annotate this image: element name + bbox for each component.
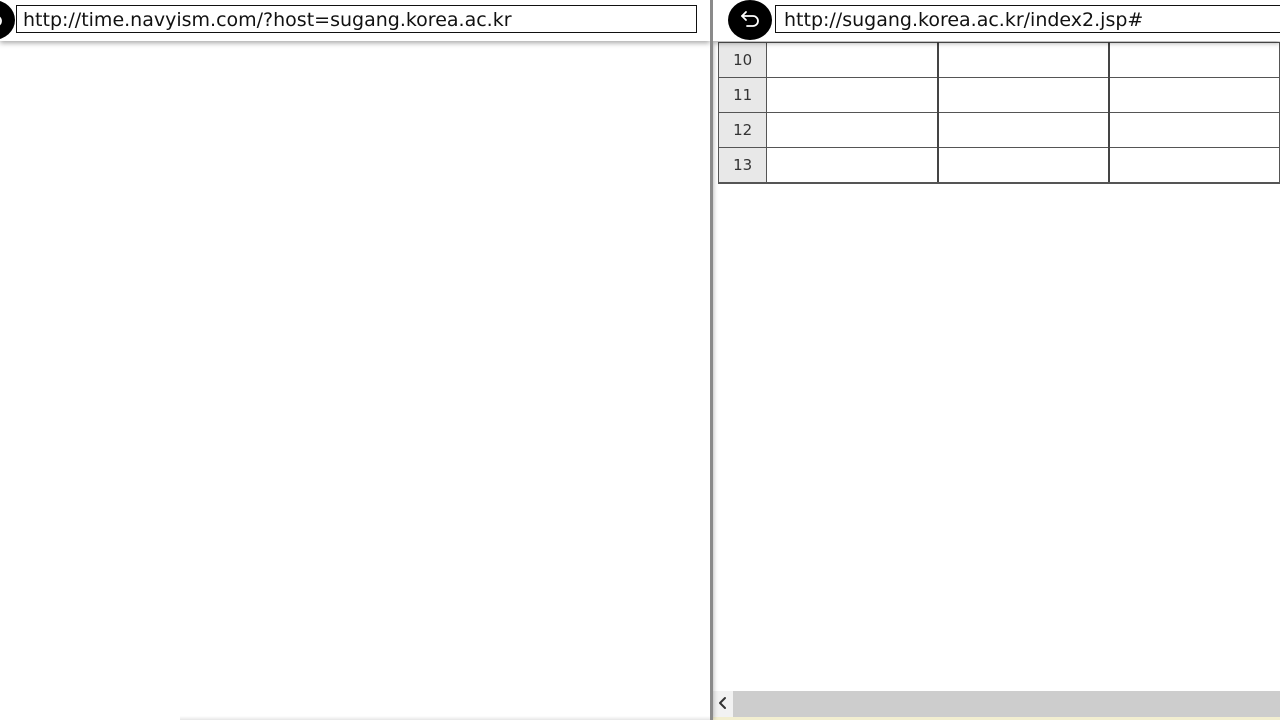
table-row: 10 xyxy=(717,42,1280,78)
period-label: 11 xyxy=(717,77,768,113)
timetable-cell[interactable] xyxy=(936,77,1110,113)
table-row: 13 xyxy=(717,147,1280,184)
timetable-cell[interactable] xyxy=(766,77,939,113)
period-label: 10 xyxy=(717,42,768,78)
back-arrow-icon xyxy=(0,9,4,31)
timetable-cell[interactable] xyxy=(1108,42,1280,78)
timetable-cell[interactable] xyxy=(936,42,1110,78)
left-browser-pane: http://time.navyism.com/?host=sugang.kor… xyxy=(0,0,710,720)
timetable-cell[interactable] xyxy=(766,147,939,184)
timetable-cell[interactable] xyxy=(1108,112,1280,148)
back-arrow-icon xyxy=(739,9,761,31)
timetable-cell[interactable] xyxy=(1108,147,1280,184)
scroll-left-button[interactable] xyxy=(713,691,733,717)
timetable: 10 11 12 13 xyxy=(717,42,1280,184)
timetable-cell[interactable] xyxy=(1108,77,1280,113)
left-address-bar: http://time.navyism.com/?host=sugang.kor… xyxy=(0,0,710,41)
right-browser-pane: http://sugang.korea.ac.kr/index2.jsp# 10… xyxy=(713,0,1280,720)
period-label: 12 xyxy=(717,112,768,148)
period-label: 13 xyxy=(717,147,768,184)
timetable-cell[interactable] xyxy=(936,112,1110,148)
right-url-field[interactable]: http://sugang.korea.ac.kr/index2.jsp# xyxy=(775,5,1280,33)
left-url-field[interactable]: http://time.navyism.com/?host=sugang.kor… xyxy=(16,5,697,33)
timetable-cell[interactable] xyxy=(766,42,939,78)
chevron-left-icon xyxy=(718,695,728,714)
timetable-cell[interactable] xyxy=(936,147,1110,184)
left-back-button[interactable] xyxy=(0,0,15,40)
split-divider[interactable] xyxy=(710,0,713,720)
bottom-edge xyxy=(180,716,710,720)
horizontal-scrollbar[interactable] xyxy=(713,691,1280,717)
right-address-bar: http://sugang.korea.ac.kr/index2.jsp# xyxy=(713,0,1280,41)
table-row: 11 xyxy=(717,77,1280,113)
table-row: 12 xyxy=(717,112,1280,148)
right-back-button[interactable] xyxy=(728,0,772,40)
timetable-cell[interactable] xyxy=(766,112,939,148)
